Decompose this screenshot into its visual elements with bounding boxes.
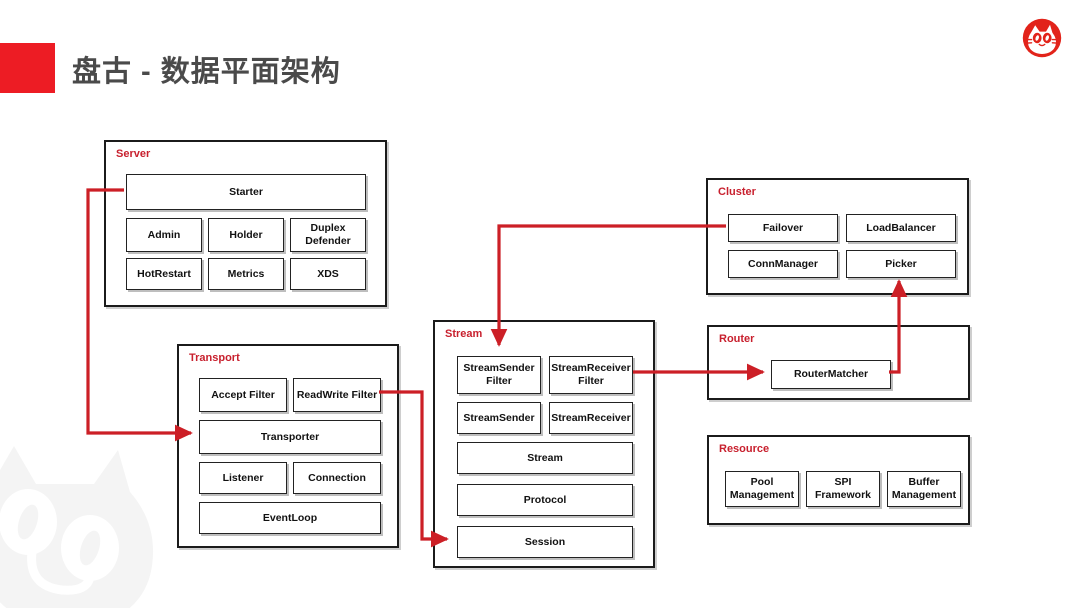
node-holder[interactable]: Holder xyxy=(208,218,284,252)
architecture-diagram: Server Starter Admin Holder Duplex Defender H… xyxy=(0,0,1080,608)
node-streamsender[interactable]: StreamSender xyxy=(457,402,541,434)
node-admin[interactable]: Admin xyxy=(126,218,202,252)
node-routermatcher[interactable]: RouterMatcher xyxy=(771,360,891,389)
group-transport: Transport Accept Filter ReadWrite Filter Tr… xyxy=(177,344,399,548)
slide-canvas: 盘古 - 数据平面架构 Server Starter Admin Holder Dupl… xyxy=(0,0,1080,608)
group-label-cluster: Cluster xyxy=(718,186,756,198)
group-server: Server Starter Admin Holder Duplex Defender H… xyxy=(104,140,387,307)
node-spi-framework[interactable]: SPI Framework xyxy=(806,471,880,507)
node-buffer-management[interactable]: Buffer Management xyxy=(887,471,961,507)
node-picker[interactable]: Picker xyxy=(846,250,956,278)
group-stream: Stream StreamSender Filter StreamReceiver … xyxy=(433,320,655,568)
node-starter[interactable]: Starter xyxy=(126,174,366,210)
group-label-transport: Transport xyxy=(189,352,240,364)
group-label-stream: Stream xyxy=(445,328,483,340)
node-failover[interactable]: Failover xyxy=(728,214,838,242)
node-accept-filter[interactable]: Accept Filter xyxy=(199,378,287,412)
node-listener[interactable]: Listener xyxy=(199,462,287,494)
node-xds[interactable]: XDS xyxy=(290,258,366,290)
group-resource: Resource Pool Management SPI Framework Buff… xyxy=(707,435,970,525)
node-protocol[interactable]: Protocol xyxy=(457,484,633,516)
node-streamreceiver-filter[interactable]: StreamReceiver Filter xyxy=(549,356,633,394)
node-eventloop[interactable]: EventLoop xyxy=(199,502,381,534)
group-label-server: Server xyxy=(116,148,151,160)
node-readwrite-filter[interactable]: ReadWrite Filter xyxy=(293,378,381,412)
group-cluster: Cluster Failover LoadBalancer ConnManager Pi… xyxy=(706,178,969,295)
group-label-resource: Resource xyxy=(719,443,770,455)
node-streamsender-filter[interactable]: StreamSender Filter xyxy=(457,356,541,394)
node-session[interactable]: Session xyxy=(457,526,633,558)
node-transporter[interactable]: Transporter xyxy=(199,420,381,454)
group-label-router: Router xyxy=(719,333,755,345)
node-connection[interactable]: Connection xyxy=(293,462,381,494)
node-loadbalancer[interactable]: LoadBalancer xyxy=(846,214,956,242)
node-duplex-defender[interactable]: Duplex Defender xyxy=(290,218,366,252)
group-router: Router RouterMatcher xyxy=(707,325,970,400)
node-metrics[interactable]: Metrics xyxy=(208,258,284,290)
node-connmanager[interactable]: ConnManager xyxy=(728,250,838,278)
node-hotrestart[interactable]: HotRestart xyxy=(126,258,202,290)
node-pool-management[interactable]: Pool Management xyxy=(725,471,799,507)
node-stream[interactable]: Stream xyxy=(457,442,633,474)
node-streamreceiver[interactable]: StreamReceiver xyxy=(549,402,633,434)
